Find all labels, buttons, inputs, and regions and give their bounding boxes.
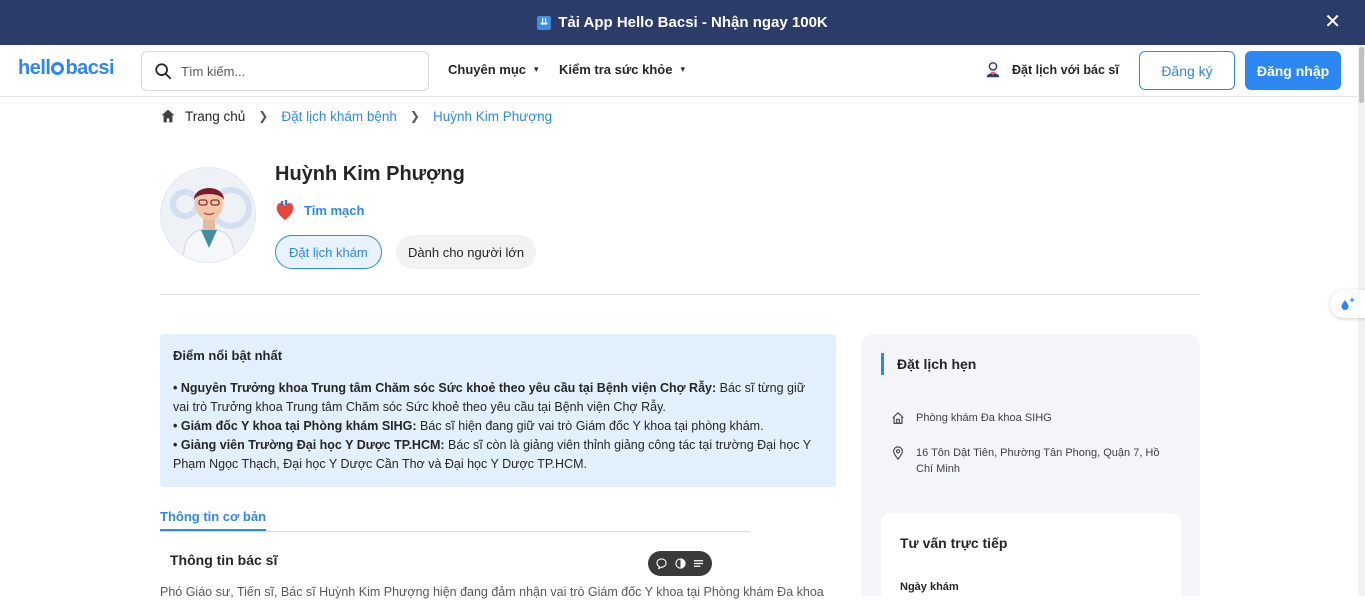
highlight-bold: • Nguyên Trưởng khoa Trung tâm Chăm sóc …: [173, 381, 717, 395]
breadcrumb-doctor[interactable]: Huỳnh Kim Phượng: [433, 109, 552, 124]
login-button[interactable]: Đăng nhập: [1245, 51, 1341, 90]
download-icon: ⇊: [537, 15, 552, 30]
doctor-icon: [986, 62, 1000, 78]
chevron-right-icon: ❯: [258, 109, 269, 123]
doctor-description: Phó Giáo sư, Tiến sĩ, Bác sĩ Huỳnh Kim P…: [160, 585, 824, 599]
nav-kiem-tra-suc-khoe[interactable]: Kiểm tra sức khỏe ▾: [559, 62, 685, 77]
promo-banner[interactable]: ⇊ Tải App Hello Bacsi - Nhận ngay 100K ✕: [0, 0, 1365, 45]
clinic-name: Phòng khám Đa khoa SIHG: [916, 412, 1052, 424]
doctor-avatar: [160, 167, 256, 263]
doctor-name: Huỳnh Kim Phượng: [275, 163, 465, 185]
scrollbar[interactable]: [1358, 45, 1365, 596]
hellobacsi-logo[interactable]: hell bacsi: [18, 57, 115, 80]
promo-text[interactable]: Tải App Hello Bacsi - Nhận ngay 100K: [558, 14, 828, 31]
book-doctor-label: Đặt lịch với bác sĩ: [1012, 63, 1119, 77]
highlights-box: Điểm nổi bật nhất • Nguyên Trưởng khoa T…: [160, 334, 836, 487]
search-box[interactable]: [141, 51, 429, 91]
highlight-item: • Giám đốc Y khoa tại Phòng khám SIHG: B…: [173, 417, 823, 436]
specialty-link[interactable]: Tim mạch: [275, 199, 364, 221]
breadcrumb-booking[interactable]: Đặt lịch khám bệnh: [281, 109, 397, 124]
consult-card: Tư vấn trực tiếp Ngày khám: [881, 513, 1181, 603]
register-button[interactable]: Đăng ký: [1139, 51, 1235, 90]
search-icon: [155, 63, 172, 80]
highlight-item: • Nguyên Trưởng khoa Trung tâm Chăm sóc …: [173, 379, 823, 417]
highlight-item: • Giảng viên Trường Đại học Y Dược TP.HC…: [173, 436, 823, 474]
highlights-title: Điểm nổi bật nhất: [173, 348, 283, 363]
book-appointment-button[interactable]: Đặt lịch khám: [275, 235, 382, 269]
nav-label: Kiểm tra sức khỏe: [559, 62, 673, 77]
section-title: Thông tin bác sĩ: [170, 552, 278, 568]
appointment-panel: Đặt lịch hẹn Phòng khám Đa khoa SIHG 16 …: [861, 334, 1200, 603]
date-label: Ngày khám: [900, 581, 959, 593]
heart-icon: [276, 200, 294, 220]
contrast-icon[interactable]: [674, 558, 686, 569]
scrollbar-thumb[interactable]: [1359, 47, 1364, 103]
clinic-row: Phòng khám Đa khoa SIHG: [891, 410, 1052, 426]
site-header: hellbacsi Chuyên mục ▾ Kiểm tra sức khỏe…: [0, 45, 1358, 97]
home-icon[interactable]: [160, 108, 176, 124]
location-pin-icon: [893, 446, 903, 460]
highlight-bold: • Giảng viên Trường Đại học Y Dược TP.HC…: [173, 438, 445, 452]
chevron-down-icon: ▾: [534, 64, 539, 74]
address-row: 16 Tôn Dật Tiên, Phường Tân Phong, Quận …: [891, 445, 1166, 477]
nav-label: Chuyên mục: [448, 62, 527, 77]
specialty-label: Tim mạch: [304, 202, 365, 218]
audience-tag: Dành cho người lớn: [396, 235, 537, 269]
ai-assistant-button[interactable]: [1330, 290, 1365, 318]
search-input[interactable]: [181, 63, 411, 79]
book-doctor-link[interactable]: Đặt lịch với bác sĩ: [984, 61, 1119, 79]
highlight-text: Bác sĩ hiện đang giữ vai trò Giám đốc Y …: [416, 419, 764, 433]
chat-icon[interactable]: [656, 558, 667, 569]
clinic-icon: [892, 411, 904, 424]
consult-title: Tư vấn trực tiếp: [900, 535, 1008, 551]
breadcrumb: Trang chủ ❯ Đặt lịch khám bệnh ❯ Huỳnh K…: [160, 108, 552, 124]
highlight-bold: • Giám đốc Y khoa tại Phòng khám SIHG:: [173, 419, 417, 433]
breadcrumb-home[interactable]: Trang chủ: [185, 109, 245, 124]
divider: [160, 294, 1200, 295]
floating-toolbar: [648, 551, 712, 576]
chevron-down-icon: ▾: [680, 64, 685, 74]
menu-icon[interactable]: [693, 558, 704, 569]
close-icon[interactable]: ✕: [1324, 12, 1341, 32]
appointment-title: Đặt lịch hẹn: [881, 353, 976, 375]
sparkle-drop-icon: [1341, 297, 1355, 310]
clinic-address: 16 Tôn Dật Tiên, Phường Tân Phong, Quận …: [916, 447, 1160, 475]
chevron-right-icon: ❯: [409, 109, 420, 123]
nav-chuyen-muc[interactable]: Chuyên mục ▾: [448, 62, 539, 77]
info-tabs: Thông tin cơ bản: [160, 509, 750, 532]
tab-basic-info[interactable]: Thông tin cơ bản: [160, 509, 267, 531]
